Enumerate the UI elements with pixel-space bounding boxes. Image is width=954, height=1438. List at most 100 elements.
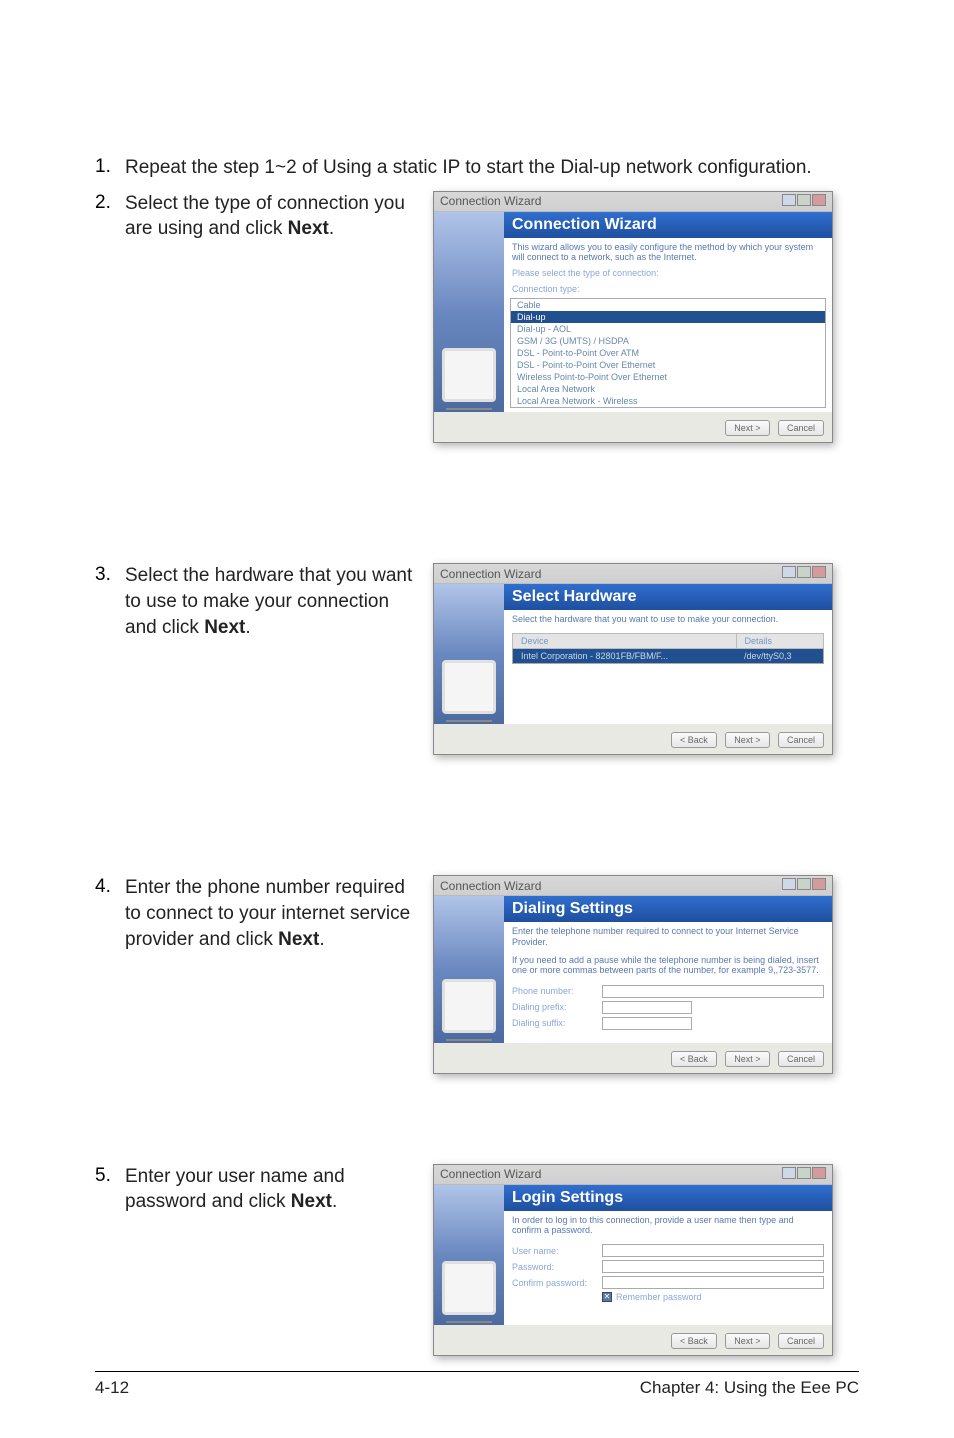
screenshot-connection-wizard: Connection Wizard Connection Wizard This… — [433, 191, 833, 444]
instruction-text-post: . — [245, 617, 250, 638]
dialog-header: Connection Wizard — [504, 212, 832, 238]
maximize-icon[interactable] — [797, 1167, 811, 1179]
minimize-icon[interactable] — [782, 194, 796, 206]
window-controls — [781, 566, 826, 581]
window-controls — [781, 1167, 826, 1182]
list-item[interactable]: Dial-up - AOL — [511, 323, 825, 335]
list-item[interactable]: Cable — [511, 299, 825, 311]
list-item[interactable]: Local Area Network - Wireless — [511, 395, 825, 407]
instruction-item-5: 5. Enter your user name and password and… — [95, 1164, 859, 1356]
minimize-icon[interactable] — [782, 1167, 796, 1179]
dialog-sidebar — [434, 1185, 504, 1325]
screenshot-select-hardware: Connection Wizard Select Hardware Select… — [433, 563, 833, 755]
instruction-text: Select the type of connection you are us… — [125, 193, 405, 240]
instruction-text: Enter the phone number required to conne… — [125, 877, 410, 949]
dialog-subheader: Please select the type of connection: — [504, 266, 832, 282]
password-field[interactable] — [602, 1260, 824, 1273]
hardware-table[interactable]: DeviceDetails Intel Corporation - 82801F… — [512, 633, 824, 664]
list-item[interactable]: DSL - Point-to-Point Over Ethernet — [511, 359, 825, 371]
maximize-icon[interactable] — [797, 566, 811, 578]
dialog-description: This wizard allows you to easily configu… — [504, 238, 832, 267]
instruction-text-post: . — [332, 1191, 337, 1212]
page-footer: 4-12 Chapter 4: Using the Eee PC — [95, 1371, 859, 1398]
list-item[interactable]: GSM / 3G (UMTS) / HSDPA — [511, 335, 825, 347]
connection-type-list[interactable]: Cable Dial-up Dial-up - AOL GSM / 3G (UM… — [510, 298, 826, 408]
step-number: 4. — [95, 875, 125, 898]
cancel-button[interactable]: Cancel — [778, 1051, 824, 1067]
instruction-item-4: 4. Enter the phone number required to co… — [95, 875, 859, 1073]
list-item[interactable]: Local Area Network — [511, 383, 825, 395]
dialog-title: Connection Wizard — [440, 194, 541, 208]
list-item[interactable]: DSL - Point-to-Point Over ATM — [511, 347, 825, 359]
window-controls — [781, 194, 826, 209]
instruction-bold: Next — [278, 929, 319, 950]
dialog-description: Select the hardware that you want to use… — [504, 610, 832, 628]
dialog-title: Connection Wizard — [440, 1167, 541, 1181]
confirm-password-label: Confirm password: — [512, 1278, 602, 1288]
dialog-sidebar — [434, 212, 504, 413]
step-number: 5. — [95, 1164, 125, 1187]
step-number: 3. — [95, 563, 125, 586]
screenshot-login-settings: Connection Wizard Login Settings In orde… — [433, 1164, 833, 1356]
instruction-bold: Next — [204, 617, 245, 638]
dialing-suffix-label: Dialing suffix: — [512, 1018, 602, 1028]
maximize-icon[interactable] — [797, 878, 811, 890]
dialog-title: Connection Wizard — [440, 879, 541, 893]
instruction-text-post: . — [319, 929, 324, 950]
instruction-text: Repeat the step 1~2 of Using a static IP… — [125, 157, 812, 178]
remember-password-checkbox[interactable]: ✕ — [602, 1292, 612, 1302]
column-header: Details — [736, 633, 824, 648]
close-icon[interactable] — [812, 1167, 826, 1179]
remember-password-label: Remember password — [616, 1292, 702, 1302]
cancel-button[interactable]: Cancel — [778, 1333, 824, 1349]
step-number: 2. — [95, 191, 125, 214]
close-icon[interactable] — [812, 194, 826, 206]
phone-number-label: Phone number: — [512, 986, 602, 996]
instruction-bold: Next — [291, 1191, 332, 1212]
dialog-description-2: If you need to add a pause while the tel… — [504, 951, 832, 980]
instruction-item-1: 1. Repeat the step 1~2 of Using a static… — [95, 155, 859, 181]
dialog-header: Login Settings — [504, 1185, 832, 1211]
instruction-text-post: . — [329, 218, 334, 239]
close-icon[interactable] — [812, 878, 826, 890]
username-label: User name: — [512, 1246, 602, 1256]
dialing-suffix-field[interactable] — [602, 1017, 692, 1030]
dialing-prefix-label: Dialing prefix: — [512, 1002, 602, 1012]
instruction-text: Select the hardware that you want to use… — [125, 565, 412, 637]
dialog-sidebar — [434, 896, 504, 1042]
dialing-prefix-field[interactable] — [602, 1001, 692, 1014]
next-button[interactable]: Next > — [725, 1333, 769, 1349]
connection-type-label: Connection type: — [504, 282, 832, 298]
maximize-icon[interactable] — [797, 194, 811, 206]
cancel-button[interactable]: Cancel — [778, 420, 824, 436]
column-header: Device — [513, 633, 737, 648]
window-controls — [781, 878, 826, 893]
back-button[interactable]: < Back — [671, 732, 717, 748]
next-button[interactable]: Next > — [725, 732, 769, 748]
page-number: 4-12 — [95, 1378, 129, 1398]
next-button[interactable]: Next > — [725, 1051, 769, 1067]
minimize-icon[interactable] — [782, 878, 796, 890]
back-button[interactable]: < Back — [671, 1051, 717, 1067]
list-item[interactable]: Wireless Point-to-Point Over Ethernet — [511, 371, 825, 383]
minimize-icon[interactable] — [782, 566, 796, 578]
next-button[interactable]: Next > — [725, 420, 769, 436]
table-row[interactable]: Intel Corporation - 82801FB/FBM/F.../dev… — [513, 648, 824, 663]
dialog-description: In order to log in to this connection, p… — [504, 1211, 832, 1240]
dialog-header: Dialing Settings — [504, 896, 832, 922]
instruction-list: 1. Repeat the step 1~2 of Using a static… — [95, 155, 859, 1356]
close-icon[interactable] — [812, 566, 826, 578]
phone-number-field[interactable] — [602, 985, 824, 998]
back-button[interactable]: < Back — [671, 1333, 717, 1349]
instruction-item-2: 2. Select the type of connection you are… — [95, 191, 859, 444]
instruction-bold: Next — [288, 218, 329, 239]
dialog-sidebar — [434, 584, 504, 724]
list-item[interactable]: Dial-up — [511, 311, 825, 323]
instruction-item-3: 3. Select the hardware that you want to … — [95, 563, 859, 755]
username-field[interactable] — [602, 1244, 824, 1257]
password-label: Password: — [512, 1262, 602, 1272]
cancel-button[interactable]: Cancel — [778, 732, 824, 748]
chapter-title: Chapter 4: Using the Eee PC — [640, 1378, 859, 1398]
confirm-password-field[interactable] — [602, 1276, 824, 1289]
dialog-header: Select Hardware — [504, 584, 832, 610]
